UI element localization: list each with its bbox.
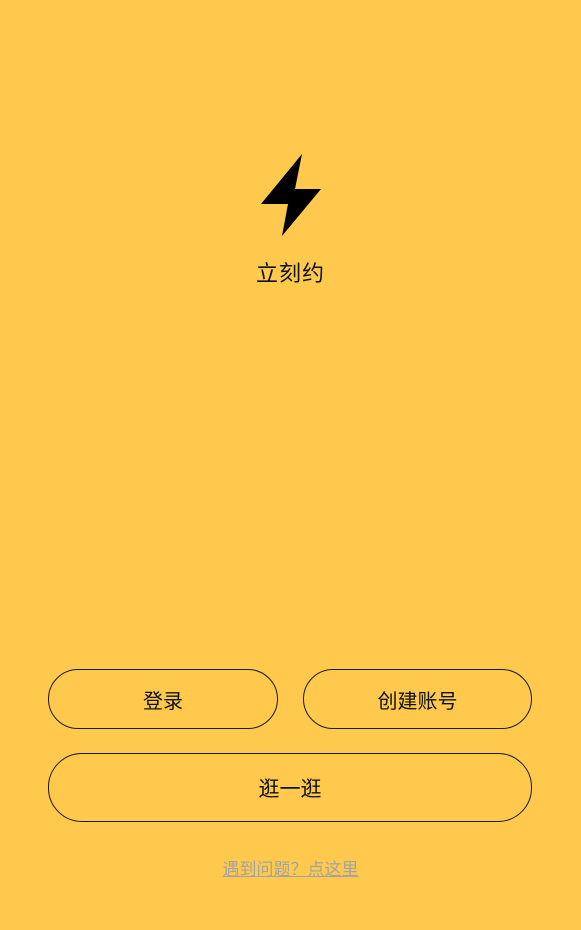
browse-button[interactable]: 逛一逛 (48, 753, 532, 822)
help-link-container: 遇到问题？点这里 (0, 857, 581, 883)
lightning-bolt-icon (258, 152, 324, 238)
create-account-button[interactable]: 创建账号 (303, 669, 532, 729)
login-button[interactable]: 登录 (48, 669, 278, 729)
help-link[interactable]: 遇到问题？点这里 (223, 860, 359, 880)
app-name: 立刻约 (255, 262, 325, 287)
